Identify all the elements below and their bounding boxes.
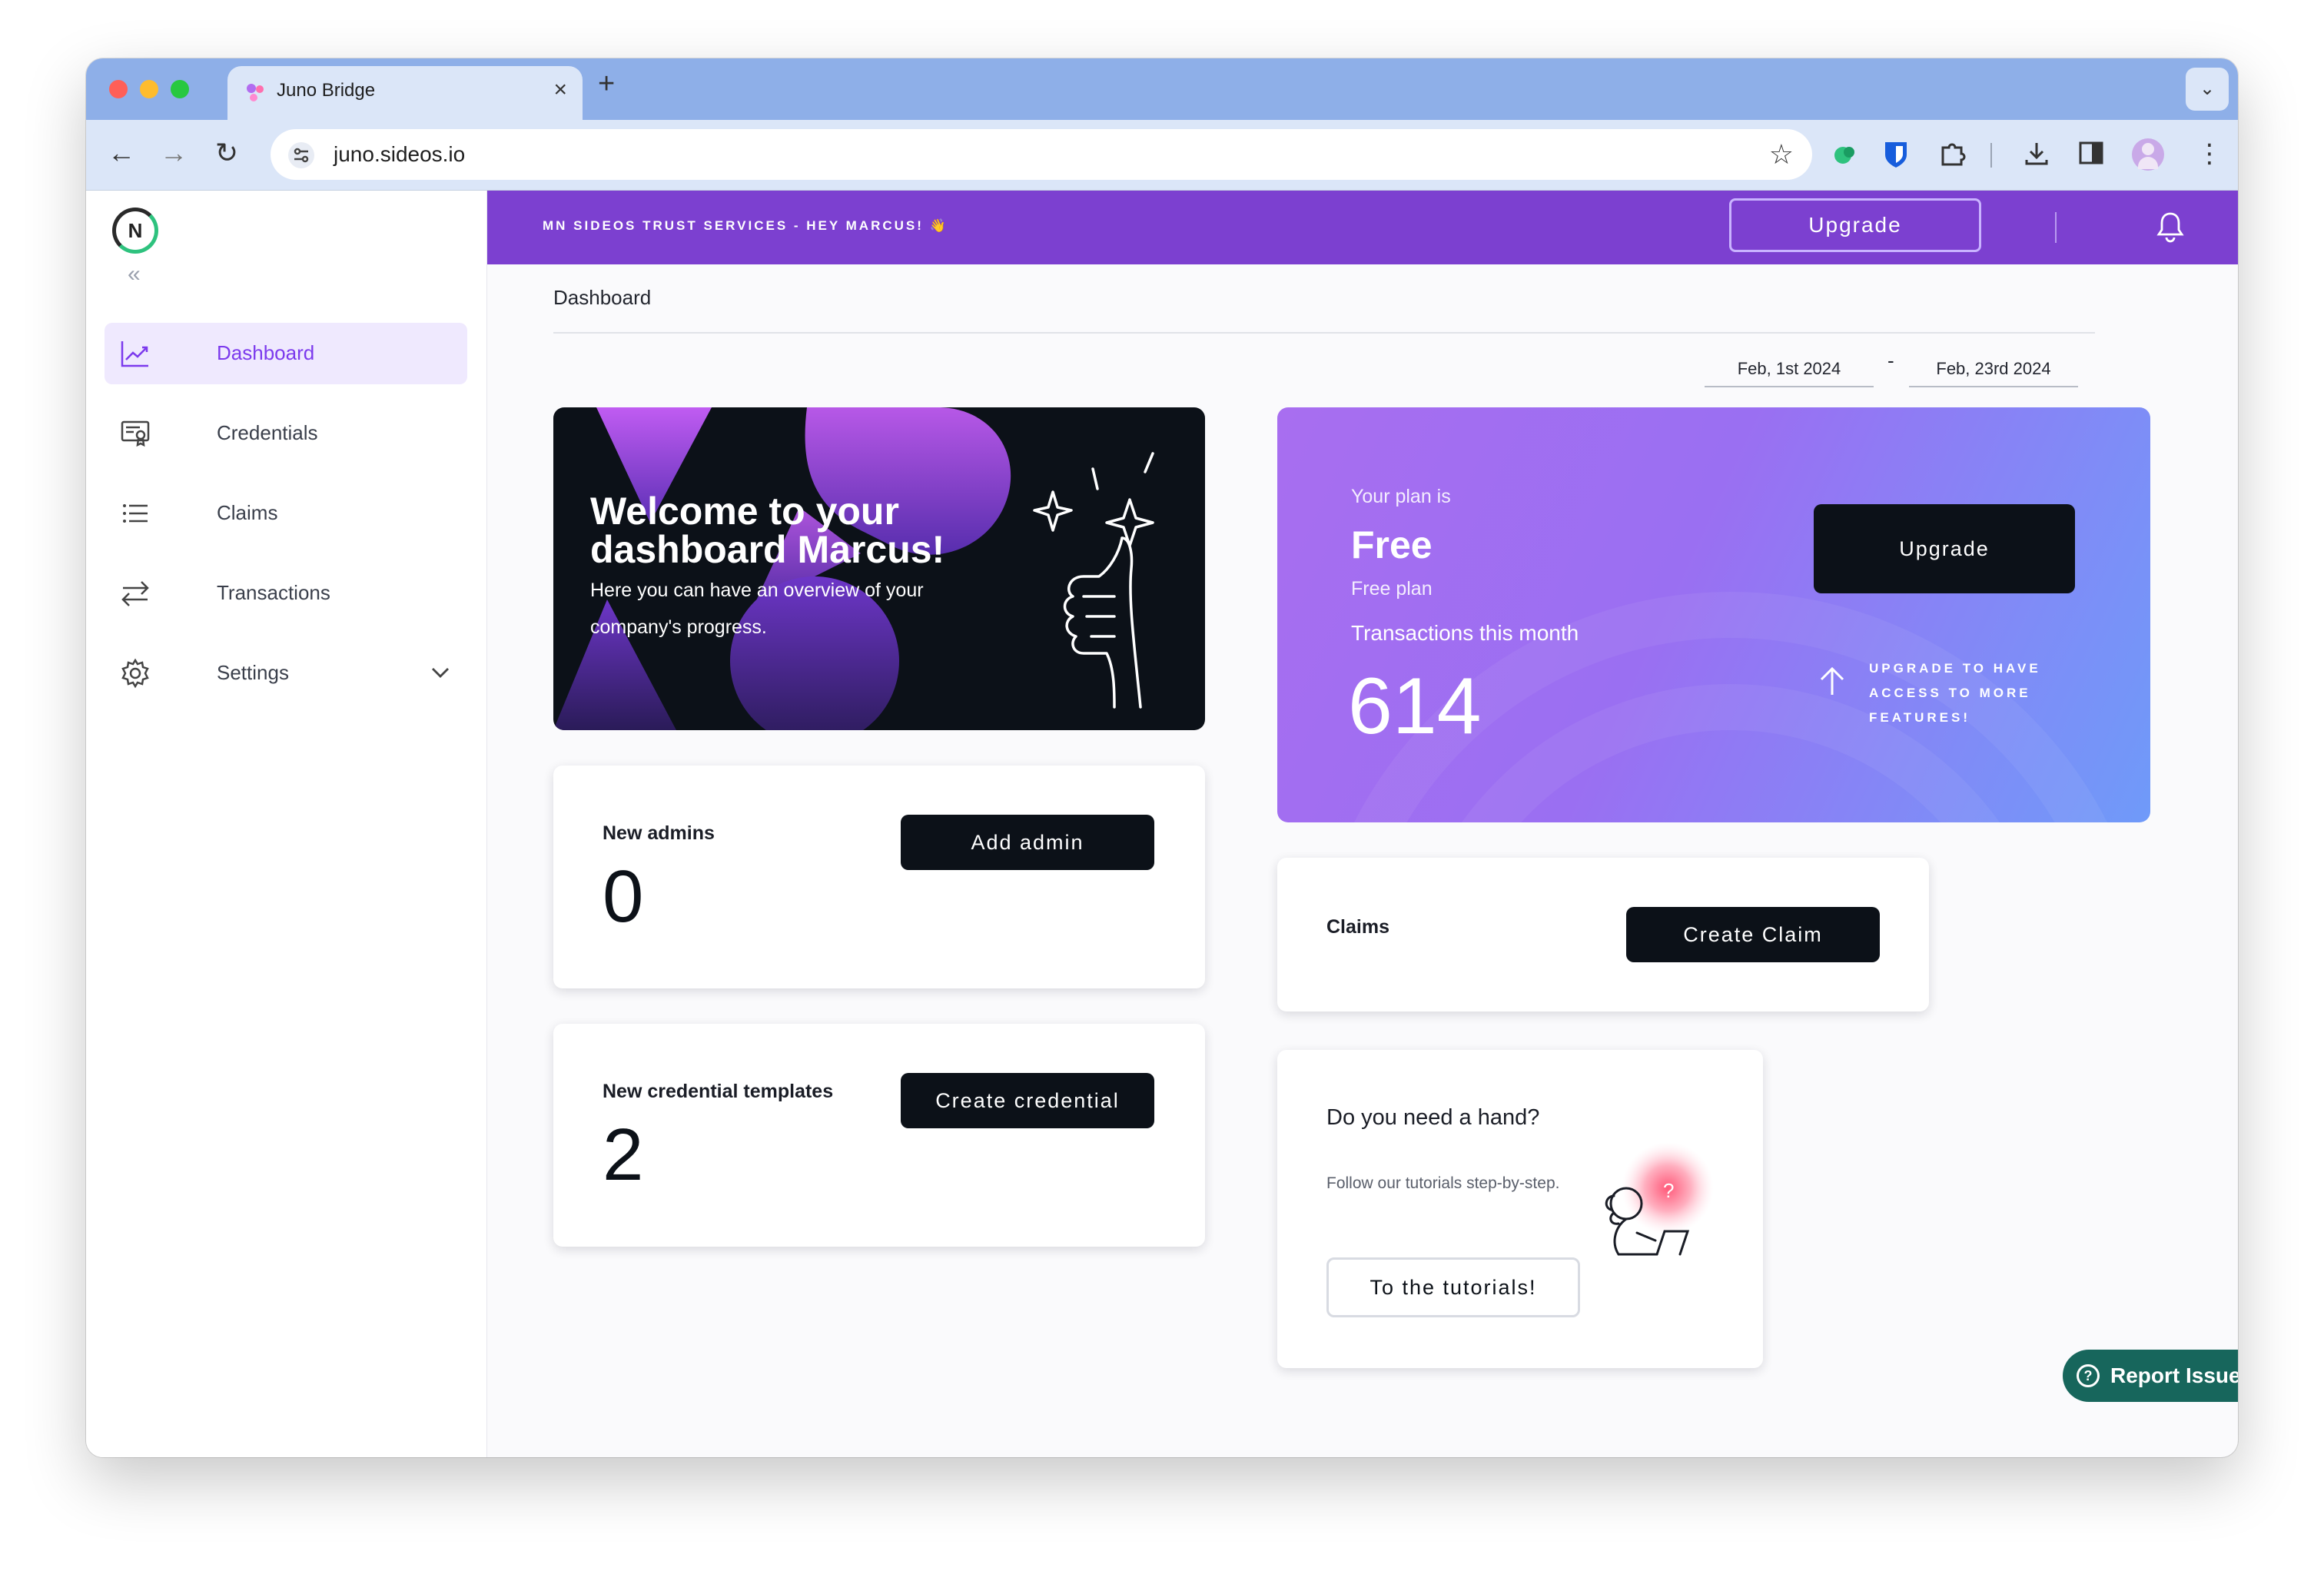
help-circle-icon: ? <box>2077 1364 2100 1387</box>
thumbs-up-illustration-icon <box>1033 452 1154 709</box>
toolbar-divider <box>1990 143 1992 168</box>
certificate-icon <box>121 420 150 447</box>
sidebar-item-label: Transactions <box>217 581 330 604</box>
list-icon <box>123 504 148 523</box>
sidebar-item-label: Claims <box>217 501 278 524</box>
browser-tab[interactable]: Juno Bridge × <box>227 66 583 120</box>
collapse-sidebar-icon[interactable]: « <box>128 261 141 287</box>
plan-intro: Your plan is <box>1351 486 1451 507</box>
breadcrumb: Dashboard <box>553 286 652 309</box>
new-admins-label: New admins <box>603 822 715 844</box>
date-from-field[interactable]: Feb, 1st 2024 <box>1705 354 1874 387</box>
sidebar-item-settings[interactable]: Settings <box>105 643 467 704</box>
help-card: Do you need a hand? Follow our tutorials… <box>1277 1050 1763 1368</box>
sidebar-item-dashboard[interactable]: Dashboard <box>105 323 467 384</box>
plan-subtitle: Free plan <box>1351 578 1433 600</box>
close-window-button[interactable] <box>109 80 128 98</box>
sidebar-item-credentials[interactable]: Credentials <box>105 403 467 464</box>
welcome-subtitle: Here you can have an overview of your co… <box>590 580 924 638</box>
site-settings-icon[interactable] <box>287 141 315 169</box>
date-range-separator: - <box>1887 349 1894 372</box>
plan-upgrade-button[interactable]: Upgrade <box>1814 504 2075 593</box>
arrow-up-icon <box>1820 666 1844 695</box>
sidebar-item-label: Dashboard <box>217 341 315 364</box>
arrows-swap-icon <box>121 581 149 606</box>
extensions-puzzle-icon[interactable] <box>1938 140 1966 168</box>
create-claim-button[interactable]: Create Claim <box>1626 907 1880 962</box>
transactions-label: Transactions this month <box>1351 621 1579 645</box>
reload-icon[interactable]: ↻ <box>215 137 238 169</box>
plan-name: Free <box>1351 523 1433 566</box>
sidebar-item-label: Credentials <box>217 421 318 444</box>
breadcrumb-divider <box>553 332 2095 334</box>
browser-toolbar: ← → ↻ juno.sideos.io ☆ ⋮ <box>86 120 2238 191</box>
sidebar: N « Dashboard Credentials Claims Transac… <box>86 191 487 1457</box>
app-topbar: MN SIDEOS TRUST SERVICES - HEY MARCUS! 👋… <box>487 191 2238 264</box>
chevron-down-icon <box>432 668 449 678</box>
minimize-window-button[interactable] <box>140 80 158 98</box>
welcome-card: Welcome to your dashboard Marcus! Here y… <box>553 407 1205 730</box>
extension-green-icon[interactable] <box>1832 141 1858 168</box>
browser-window: Juno Bridge × + ⌄ ← → ↻ juno.sideos.io ☆ <box>86 58 2238 1457</box>
report-issue-button[interactable]: ? Report Issue <box>2063 1350 2238 1402</box>
question-person-illustration-icon: ? <box>1605 1142 1714 1256</box>
credential-templates-label: New credential templates <box>603 1081 834 1102</box>
sidebar-item-transactions[interactable]: Transactions <box>105 563 467 624</box>
new-admins-card: New admins 0 Add admin <box>553 766 1205 988</box>
credential-templates-count: 2 <box>603 1114 644 1196</box>
url-text: juno.sideos.io <box>334 142 466 166</box>
welcome-title: Welcome to your dashboard Marcus! <box>590 490 945 571</box>
sidebar-item-label: Settings <box>217 661 289 684</box>
claims-card: Claims Create Claim <box>1277 858 1929 1011</box>
create-credential-button[interactable]: Create credential <box>901 1073 1154 1128</box>
favicon-icon <box>247 84 264 101</box>
upgrade-upsell-text: UPGRADE TO HAVE ACCESS TO MORE FEATURES! <box>1869 661 2041 725</box>
bell-icon[interactable] <box>2155 211 2186 244</box>
side-panel-icon[interactable] <box>2078 140 2104 166</box>
tutorials-button[interactable]: To the tutorials! <box>1326 1257 1580 1317</box>
tab-strip: Juno Bridge × + ⌄ <box>86 58 2238 120</box>
address-bar[interactable]: juno.sideos.io ☆ <box>271 129 1812 180</box>
app-logo[interactable]: N <box>112 208 158 254</box>
add-admin-button[interactable]: Add admin <box>901 815 1154 870</box>
claims-label: Claims <box>1326 916 1389 938</box>
topbar-upgrade-button[interactable]: Upgrade <box>1729 198 1981 252</box>
profile-avatar[interactable] <box>2132 138 2164 171</box>
help-text: Follow our tutorials step-by-step. <box>1326 1174 1560 1192</box>
date-to-field[interactable]: Feb, 23rd 2024 <box>1909 354 2078 387</box>
forward-icon[interactable]: → <box>160 137 188 169</box>
chart-line-icon <box>121 341 148 367</box>
browser-menu-icon[interactable]: ⋮ <box>2196 138 2223 169</box>
download-icon[interactable] <box>2023 140 2050 168</box>
new-tab-button[interactable]: + <box>598 68 615 101</box>
credential-templates-card: New credential templates 2 Create creden… <box>553 1024 1205 1247</box>
tab-title: Juno Bridge <box>277 80 376 101</box>
password-manager-icon[interactable] <box>1883 140 1909 169</box>
sidebar-item-claims[interactable]: Claims <box>105 483 467 544</box>
new-admins-count: 0 <box>603 855 644 938</box>
bookmark-star-icon[interactable]: ☆ <box>1769 138 1794 171</box>
greeting-banner: MN SIDEOS TRUST SERVICES - HEY MARCUS! 👋 <box>543 218 948 233</box>
tab-search-button[interactable]: ⌄ <box>2186 68 2229 111</box>
back-icon[interactable]: ← <box>108 137 135 169</box>
report-issue-label: Report Issue <box>2110 1363 2238 1387</box>
transactions-count: 614 <box>1348 662 1482 751</box>
tab-close-icon[interactable]: × <box>553 77 567 103</box>
plan-card: Your plan is Free Free plan Transactions… <box>1277 407 2150 822</box>
maximize-window-button[interactable] <box>171 80 189 98</box>
gear-icon <box>121 658 149 689</box>
topbar-divider <box>2055 212 2057 243</box>
svg-text:?: ? <box>1663 1179 1674 1202</box>
help-title: Do you need a hand? <box>1326 1105 1540 1130</box>
